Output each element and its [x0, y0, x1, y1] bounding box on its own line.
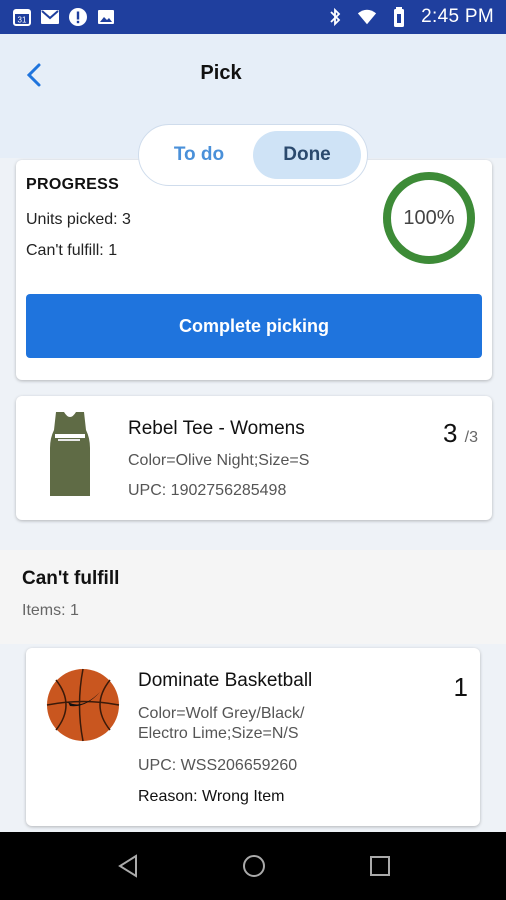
product-attributes: Color=Olive Night;Size=S — [128, 452, 310, 469]
system-nav-bar — [0, 832, 506, 900]
recents-nav-icon[interactable] — [366, 852, 394, 880]
status-tabs: To do Done — [138, 124, 368, 186]
unfulfilled-item-card[interactable]: Dominate Basketball Color=Wolf Grey/Blac… — [26, 648, 480, 826]
picked-item-card[interactable]: Rebel Tee - Womens Color=Olive Night;Siz… — [16, 396, 492, 520]
cant-fulfill-text: Can't fulfill: 1 — [26, 242, 118, 259]
bluetooth-icon — [325, 7, 345, 27]
svg-text:31: 31 — [18, 16, 27, 25]
tab-done[interactable]: Done — [253, 131, 361, 179]
product-upc: UPC: WSS206659260 — [138, 757, 298, 774]
back-nav-icon[interactable] — [114, 852, 142, 880]
units-picked-text: Units picked: 3 — [26, 211, 131, 228]
product-upc: UPC: 1902756285498 — [128, 482, 287, 499]
calendar-icon: 31 — [12, 7, 32, 27]
home-nav-icon[interactable] — [240, 852, 268, 880]
quantity: 1 — [453, 672, 468, 702]
battery-icon — [389, 7, 409, 27]
info-icon — [68, 7, 88, 27]
quantity-picked: 3 /3 — [443, 418, 478, 449]
system-status: 2:45 PM — [325, 6, 494, 28]
notification-icons: 31 — [12, 7, 116, 27]
complete-picking-button[interactable]: Complete picking — [26, 294, 482, 358]
basketball-image — [46, 668, 120, 742]
status-bar: 31 2:45 PM — [0, 0, 506, 34]
tab-to-do[interactable]: To do — [145, 131, 253, 179]
wifi-icon — [357, 7, 377, 27]
page-title: Pick — [200, 62, 242, 84]
product-attributes-line1: Color=Wolf Grey/Black/ — [138, 705, 305, 722]
tank-top-image — [50, 412, 90, 496]
product-name: Rebel Tee - Womens — [128, 418, 305, 439]
product-name: Dominate Basketball — [138, 670, 313, 691]
qty-total: /3 — [464, 429, 478, 446]
qty-value: 3 — [442, 418, 458, 448]
progress-percent: 100% — [403, 206, 455, 229]
cant-fulfill-section: Can't fulfill Items: 1 — [0, 550, 506, 644]
clock: 2:45 PM — [421, 6, 494, 27]
section-title: Can't fulfill — [22, 568, 120, 589]
progress-card: PROGRESS Units picked: 3 Can't fulfill: … — [16, 160, 492, 380]
product-attributes-line2: Electro Lime;Size=N/S — [138, 725, 299, 742]
reason-text: Reason: Wrong Item — [138, 788, 285, 805]
section-count: Items: 1 — [22, 602, 79, 619]
progress-heading: PROGRESS — [26, 176, 120, 193]
image-icon — [96, 7, 116, 27]
gmail-icon — [40, 7, 60, 27]
